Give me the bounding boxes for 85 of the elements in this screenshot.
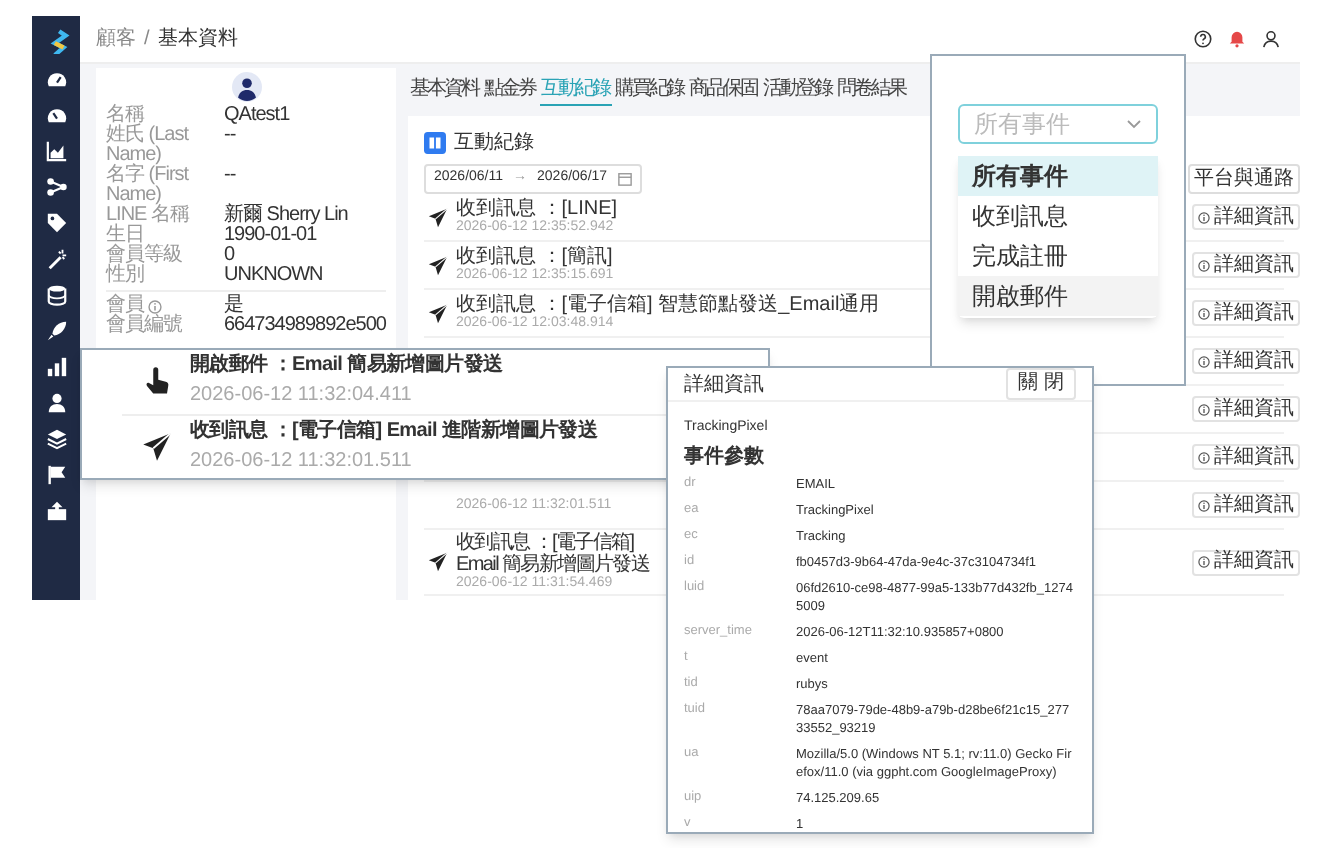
share-icon[interactable] [45, 176, 67, 198]
paper-plane-icon [428, 207, 448, 227]
info-icon [1198, 259, 1210, 271]
dropdown-option[interactable]: 收到訊息 [958, 196, 1158, 236]
event-title: 收到訊息 ：[簡訊] [456, 246, 613, 268]
platform-select[interactable]: 平台與通路 [1188, 163, 1300, 193]
layers-icon[interactable] [45, 428, 67, 450]
database-icon[interactable] [45, 284, 67, 306]
avatar [231, 72, 261, 102]
dropdown-option[interactable]: 所有事件 [958, 156, 1158, 196]
info-icon [1198, 403, 1210, 415]
field-label: 名字 (First Name) [106, 166, 191, 206]
info-icon [1198, 451, 1210, 463]
calendar-icon [617, 171, 632, 185]
tab[interactable]: 活動登錄 [761, 75, 833, 105]
tab[interactable]: 商品保固 [687, 75, 759, 105]
details-button[interactable]: 詳細資訊 [1192, 204, 1300, 230]
pointer-hand-icon [142, 366, 172, 397]
upload-icon[interactable] [45, 500, 67, 522]
field-value: -- [224, 166, 236, 186]
event-title: 收到訊息 ：[電子信箱] Email 進階新增圖片發送 [190, 417, 598, 446]
info-icon [1198, 355, 1210, 367]
event-title: 收到訊息 ：[LINE] [456, 198, 618, 220]
area-chart-icon[interactable] [45, 140, 67, 162]
chevron-down-icon [1126, 118, 1142, 130]
field-value: 0 [224, 246, 235, 266]
event-time: 2026-06-12 11:32:04.411 [190, 382, 412, 411]
details-button[interactable]: 詳細資訊 [1192, 444, 1300, 470]
tab[interactable]: 購買紀錄 [613, 75, 685, 105]
field-value: 664734989892e500 [224, 316, 386, 336]
user-icon[interactable] [1262, 30, 1280, 48]
details-button[interactable]: 詳細資訊 [1192, 348, 1300, 374]
field-label: 性別 [106, 266, 144, 286]
breadcrumb-separator: / [144, 26, 150, 54]
gauge-icon[interactable] [45, 68, 67, 90]
paper-plane-icon [428, 303, 448, 323]
info-icon [148, 299, 162, 313]
event-title: 開啟郵件 ：Email 簡易新增圖片發送 [190, 352, 503, 381]
field-label: 會員編號 [106, 316, 182, 336]
field-label: 會員等級 [106, 246, 182, 266]
field-label: 生日 [106, 226, 144, 246]
info-icon [1198, 211, 1210, 223]
event-title: 收到訊息 ：[電子信箱] Email 簡易新增圖片發送 [456, 532, 652, 576]
tag-icon[interactable] [45, 212, 67, 234]
close-button[interactable]: 關 閉 [1006, 368, 1076, 400]
wand-icon[interactable] [45, 248, 67, 270]
event-title: 收到訊息 ：[電子信箱] 智慧節點發送_Email通用 [456, 294, 880, 316]
field-label: 姓氏 (Last Name) [106, 126, 191, 166]
flag-icon[interactable] [45, 464, 67, 486]
person-icon[interactable] [45, 392, 67, 414]
details-button[interactable]: 詳細資訊 [1192, 300, 1300, 326]
breadcrumb-current: 基本資料 [157, 25, 238, 54]
tab[interactable]: 基本資料 [408, 75, 480, 105]
field-label: 會員 [106, 296, 144, 316]
field-label: LINE 名稱 [106, 206, 190, 226]
field-value: 1990-01-01 [224, 226, 317, 246]
paper-plane-icon [428, 552, 448, 572]
field-value: 是 [224, 296, 243, 316]
help-icon[interactable] [1194, 30, 1212, 48]
section-title: 事件參數 [684, 445, 766, 467]
bar-chart-icon[interactable] [45, 356, 67, 378]
bell-icon[interactable] [1228, 30, 1246, 48]
card-title: 互動紀錄 [454, 129, 534, 157]
field-value: QAtest1 [224, 106, 290, 126]
paper-plane-icon [428, 255, 448, 275]
info-icon [1198, 307, 1210, 319]
info-icon [1198, 556, 1210, 568]
field-value: UNKNOWN [224, 266, 323, 286]
details-button[interactable]: 詳細資訊 [1192, 549, 1300, 575]
breadcrumb-link[interactable]: 顧客 [96, 24, 136, 54]
info-icon [1198, 499, 1210, 511]
details-button[interactable]: 詳細資訊 [1192, 492, 1300, 518]
field-label: 名稱 [106, 106, 144, 126]
dropdown-option[interactable]: 開啟郵件 [958, 276, 1158, 316]
field-value: -- [224, 126, 236, 146]
paper-plane-icon [142, 431, 172, 462]
tab[interactable]: 問卷結果 [835, 75, 907, 105]
dialog-title: 詳細資訊 [684, 371, 764, 399]
event-time: 2026-06-12 11:32:01.511 [190, 447, 412, 476]
gauge-icon[interactable] [45, 104, 67, 126]
details-button[interactable]: 詳細資訊 [1192, 396, 1300, 422]
details-button[interactable]: 詳細資訊 [1192, 252, 1300, 278]
field-value: 新爾 Sherry Lin [224, 206, 348, 226]
tab[interactable]: 點金券 [482, 75, 537, 105]
dropdown-option[interactable]: 完成註冊 [958, 236, 1158, 276]
